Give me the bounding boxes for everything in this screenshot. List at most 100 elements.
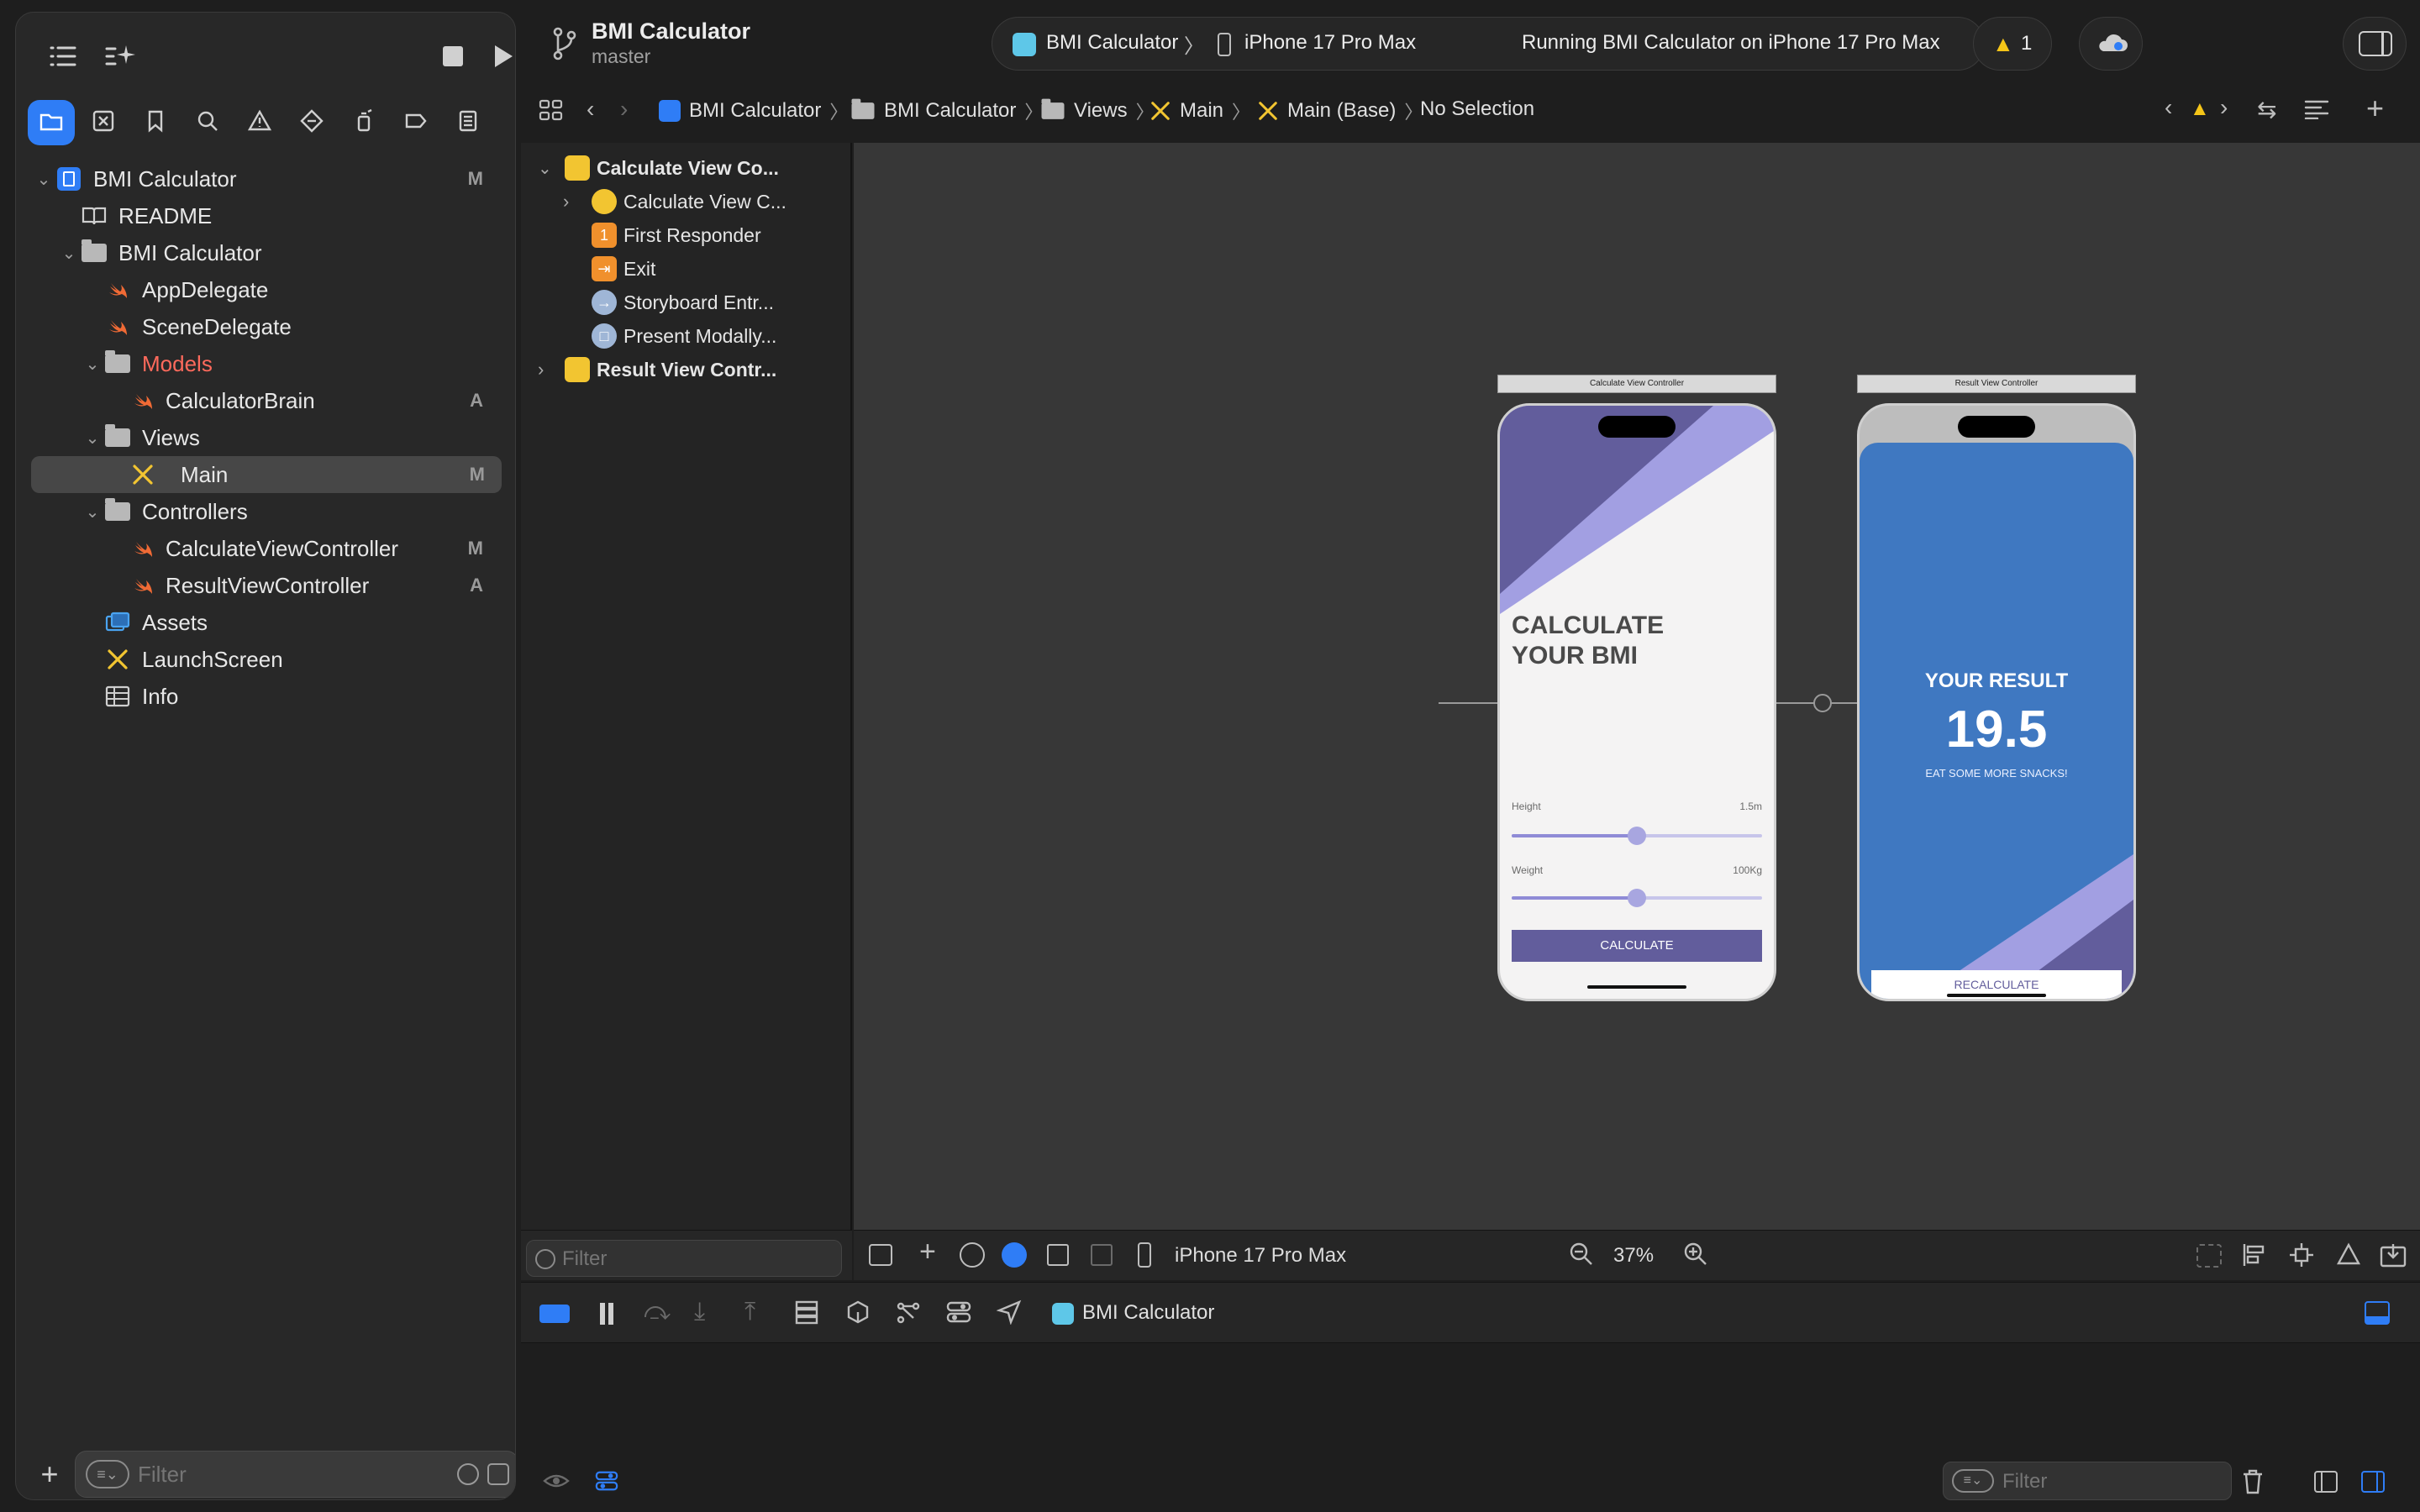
- slider-thumb[interactable]: [1628, 827, 1646, 845]
- branch-name[interactable]: master: [592, 45, 650, 68]
- run-destination-selector[interactable]: iPhone 17 Pro Max: [1244, 31, 1416, 55]
- outline-filter[interactable]: [526, 1240, 842, 1277]
- tree-item-main-storyboard[interactable]: Main M: [31, 456, 502, 493]
- grid-icon[interactable]: [538, 97, 565, 124]
- previous-issue-icon[interactable]: ‹: [2165, 94, 2172, 121]
- chevron-down-icon[interactable]: ⌄: [538, 158, 552, 179]
- breadcrumb-group[interactable]: BMI Calculator 〉: [850, 97, 1043, 124]
- outline-result-scene[interactable]: › Result View Contr...: [521, 353, 850, 386]
- step-into-icon[interactable]: ⤓: [694, 1298, 705, 1326]
- breadcrumb-views[interactable]: Views 〉: [1040, 97, 1155, 124]
- device-configuration[interactable]: iPhone 17 Pro Max: [1175, 1244, 1346, 1268]
- step-over-icon[interactable]: ⤼: [644, 1298, 671, 1326]
- outline-first-responder[interactable]: 1 First Responder: [521, 218, 850, 252]
- warnings-button[interactable]: ▲ 1: [1973, 17, 2052, 71]
- issues-tab[interactable]: [236, 100, 283, 145]
- tree-item-scenedelegate[interactable]: SceneDelegate: [16, 308, 515, 345]
- tree-item-group-bmi[interactable]: ⌄ BMI Calculator: [16, 234, 515, 271]
- tree-item-group-models[interactable]: ⌄ Models: [16, 345, 515, 382]
- storyboard-canvas[interactable]: → Calculate View Controller CALCULATE YO…: [854, 143, 2420, 1230]
- pause-icon[interactable]: [598, 1303, 615, 1325]
- chevron-right-icon[interactable]: ›: [538, 359, 544, 381]
- breadcrumb-project[interactable]: BMI Calculator 〉: [659, 97, 848, 124]
- breadcrumb-main[interactable]: Main 〉: [1150, 97, 1250, 124]
- graph-icon[interactable]: [896, 1299, 921, 1325]
- tree-item-group-controllers[interactable]: ⌄ Controllers: [16, 493, 515, 530]
- coding-assistant-icon[interactable]: [100, 36, 140, 76]
- appearance-icon[interactable]: [1002, 1242, 1027, 1268]
- result-scene-phone[interactable]: YOUR RESULT 19.5 EAT SOME MORE SNACKS! R…: [1857, 403, 2136, 1001]
- debug-tab[interactable]: [340, 100, 387, 145]
- height-slider[interactable]: [1512, 827, 1762, 845]
- debug-area-toggle-icon[interactable]: [2365, 1301, 2390, 1325]
- split-right-icon[interactable]: [2361, 1471, 2385, 1493]
- zoom-out-icon[interactable]: [1568, 1241, 1595, 1268]
- back-icon[interactable]: ‹: [587, 96, 594, 123]
- view-hierarchy-icon[interactable]: [795, 1299, 818, 1325]
- filter-icon[interactable]: ≡⌄: [86, 1460, 129, 1488]
- chevron-down-icon[interactable]: ⌄: [83, 428, 102, 448]
- resolve-autolayout-icon[interactable]: [2336, 1242, 2361, 1268]
- chevron-down-icon[interactable]: ⌄: [60, 244, 78, 263]
- environment-overrides-icon[interactable]: [946, 1299, 971, 1325]
- breakpoints-toggle-icon[interactable]: [539, 1305, 570, 1323]
- align-icon[interactable]: [2242, 1242, 2267, 1268]
- inspector-toggle-button[interactable]: [2343, 17, 2407, 71]
- find-tab[interactable]: [184, 100, 231, 145]
- outline-toggle-icon[interactable]: [869, 1244, 892, 1266]
- calculate-scene-phone[interactable]: CALCULATE YOUR BMI Height 1.5m Weight 10…: [1497, 403, 1776, 1001]
- forward-icon[interactable]: ›: [620, 96, 628, 123]
- tree-item-calculatorbrain[interactable]: CalculatorBrain A: [16, 382, 515, 419]
- step-out-icon[interactable]: ⤒: [744, 1298, 755, 1326]
- next-issue-icon[interactable]: ›: [2220, 94, 2228, 121]
- orientation-icon[interactable]: [1047, 1244, 1069, 1266]
- calculate-button[interactable]: CALCULATE: [1512, 930, 1762, 962]
- eye-icon[interactable]: [543, 1471, 570, 1491]
- slider-thumb[interactable]: [1628, 889, 1646, 907]
- chevron-down-icon[interactable]: ⌄: [34, 170, 53, 189]
- add-icon[interactable]: +: [34, 1452, 65, 1496]
- chevron-down-icon[interactable]: ⌄: [83, 354, 102, 374]
- console-filter-input[interactable]: [2002, 1467, 2221, 1496]
- editor-options-icon[interactable]: [2304, 99, 2329, 120]
- scheme-selector[interactable]: BMI Calculator: [1046, 31, 1178, 55]
- run-icon[interactable]: [483, 36, 515, 76]
- project-navigator-tab[interactable]: [28, 100, 75, 145]
- navigator-filter-input[interactable]: [138, 1458, 440, 1490]
- calculate-scene-title[interactable]: Calculate View Controller: [1497, 375, 1776, 393]
- debug-process-name[interactable]: BMI Calculator: [1082, 1301, 1214, 1325]
- add-editor-icon[interactable]: +: [2366, 91, 2384, 126]
- breadcrumb-main-base[interactable]: Main (Base) 〉: [1257, 97, 1423, 124]
- tree-item-calculateviewcontroller[interactable]: CalculateViewController M: [16, 530, 515, 567]
- layout-direction-icon[interactable]: [1091, 1244, 1113, 1266]
- console-filter[interactable]: ≡⌄: [1943, 1462, 2232, 1500]
- memory-graph-icon[interactable]: [845, 1299, 871, 1325]
- reports-tab[interactable]: [445, 100, 492, 145]
- embed-in-icon[interactable]: [2380, 1242, 2407, 1268]
- tree-item-resultviewcontroller[interactable]: ResultViewController A: [16, 567, 515, 604]
- outline-storyboard-entry[interactable]: → Storyboard Entr...: [521, 286, 850, 319]
- stop-icon[interactable]: [433, 36, 473, 76]
- trash-icon[interactable]: [2242, 1469, 2264, 1494]
- tests-tab[interactable]: [288, 100, 335, 145]
- outline-exit[interactable]: ⇥ Exit: [521, 252, 850, 286]
- warning-icon[interactable]: ▲: [2190, 97, 2210, 121]
- recent-files-icon[interactable]: [487, 1463, 509, 1485]
- chevron-right-icon[interactable]: ›: [563, 191, 569, 213]
- outline-calculate-vc[interactable]: › Calculate View C...: [521, 185, 850, 218]
- tree-item-assets[interactable]: Assets: [16, 604, 515, 641]
- update-frames-icon[interactable]: [2196, 1244, 2222, 1268]
- zoom-level[interactable]: 37%: [1613, 1244, 1654, 1268]
- segue-icon[interactable]: [1813, 694, 1832, 712]
- add-icon[interactable]: +: [919, 1236, 936, 1268]
- tree-item-appdelegate[interactable]: AppDelegate: [16, 271, 515, 308]
- navigator-filter[interactable]: ≡⌄: [75, 1451, 515, 1498]
- tree-item-info[interactable]: Info: [16, 678, 515, 715]
- related-items-icon[interactable]: ⇆: [2257, 96, 2276, 123]
- tree-item-project[interactable]: ⌄ BMI Calculator M: [16, 160, 515, 197]
- tree-item-readme[interactable]: README: [16, 197, 515, 234]
- breadcrumb-selection[interactable]: No Selection: [1420, 97, 1534, 121]
- accessibility-icon[interactable]: [960, 1242, 985, 1268]
- chevron-down-icon[interactable]: ⌄: [83, 502, 102, 522]
- variables-toggle-icon[interactable]: [595, 1469, 618, 1493]
